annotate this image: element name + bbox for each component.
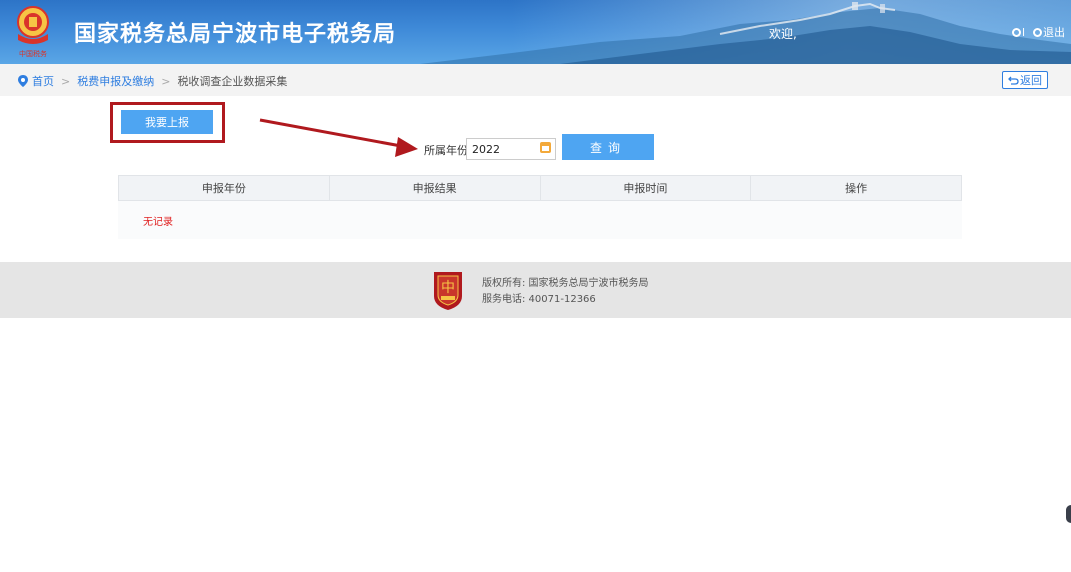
report-button[interactable]: 我要上报: [121, 110, 213, 134]
tax-emblem-logo: 中国税务: [17, 6, 49, 58]
table-body: 无记录: [118, 201, 962, 239]
footer-phone: 服务电话: 40071-12366: [482, 294, 596, 305]
welcome-text: 欢迎,: [769, 27, 797, 41]
year-label: 所属年份:: [424, 144, 472, 157]
page-header: 中国税务 国家税务总局宁波市电子税务局 欢迎, l 退出: [0, 0, 1071, 64]
table-header: 申报年份 申报结果 申报时间 操作: [118, 175, 962, 201]
breadcrumb-current: 税收调查企业数据采集: [177, 75, 288, 88]
records-table: 申报年份 申报结果 申报时间 操作 无记录: [118, 175, 962, 239]
breadcrumb-home[interactable]: 首页: [32, 73, 54, 89]
logout-icon[interactable]: 退出: [1033, 24, 1065, 40]
breadcrumb-separator: >: [161, 74, 171, 88]
column-header-actions: 操作: [845, 182, 868, 195]
breadcrumb-bar: 首页 > 税费申报及缴纳 > 税收调查企业数据采集: [0, 64, 1071, 96]
calendar-icon[interactable]: [540, 142, 551, 153]
floating-side-widget[interactable]: [1066, 505, 1071, 523]
breadcrumb-level1[interactable]: 税费申报及缴纳: [77, 73, 154, 89]
column-header-time: 申报时间: [541, 176, 752, 200]
breadcrumb-separator: >: [61, 74, 71, 88]
location-pin-icon: [18, 75, 28, 87]
site-title: 国家税务总局宁波市电子税务局: [74, 22, 397, 47]
svg-text:中: 中: [441, 280, 455, 296]
svg-text:中国税务: 中国税务: [19, 49, 47, 58]
footer-copyright: 版权所有: 国家税务总局宁波市税务局: [482, 278, 649, 289]
query-button[interactable]: 查询: [562, 134, 654, 160]
back-button[interactable]: 返回: [1002, 71, 1048, 89]
back-button-label: 返回: [1020, 74, 1042, 87]
breadcrumb: 首页 > 税费申报及缴纳 > 税收调查企业数据采集: [18, 73, 287, 89]
empty-records-text: 无记录: [143, 217, 173, 228]
footer-text: 版权所有: 国家税务总局宁波市税务局 服务电话: 40071-12366: [482, 276, 649, 308]
column-header-result: 申报结果: [330, 176, 541, 200]
header-icons: l 退出: [1011, 24, 1065, 40]
back-arrow-icon: [1008, 76, 1019, 85]
logout-label: 退出: [1043, 26, 1065, 39]
column-header-year: 申报年份: [119, 176, 330, 200]
search-icon[interactable]: l: [1011, 26, 1025, 39]
tax-shield-logo: 中: [434, 272, 462, 310]
